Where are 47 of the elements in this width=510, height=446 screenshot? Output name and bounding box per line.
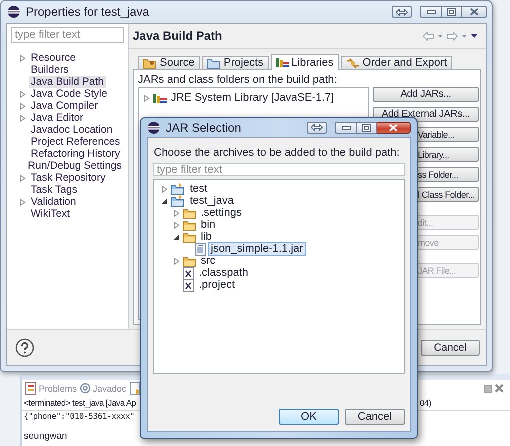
tree-item[interactable]: .project (197, 279, 238, 291)
cancel-button[interactable]: Cancel (421, 340, 480, 356)
action-button[interactable]: Add JARs... (373, 87, 479, 102)
tree-item[interactable]: test (188, 183, 210, 195)
list-caption: JARs and class folders on the build path: (138, 73, 338, 87)
dialog-title: JAR Selection (166, 120, 242, 134)
list-item[interactable]: JRE System Library [JavaSE-1.7] (171, 92, 334, 104)
console-line: {"phone":"010-5361-xxxx" (24, 411, 135, 423)
category-item[interactable]: Java Code Style (29, 88, 110, 100)
tree-item[interactable]: json_simple-1.1.jar (209, 243, 306, 255)
category-item[interactable]: Run/Debug Settings (26, 160, 124, 172)
category-item[interactable]: Java Build Path (29, 76, 106, 88)
dialog-message: Choose the archives to be added to the build path: (153, 146, 401, 161)
category-item[interactable]: Javadoc Location (29, 124, 115, 136)
category-item[interactable]: Java Editor (29, 112, 86, 124)
tab[interactable]: Projects (202, 56, 269, 69)
category-item[interactable]: Validation (29, 196, 78, 208)
console-status: <terminated> test_java [Java Ap (24, 397, 136, 410)
category-item[interactable]: Task Repository (29, 172, 108, 184)
tab[interactable]: Source (138, 56, 200, 69)
tab[interactable]: Order and Export (340, 56, 452, 69)
filter-field[interactable]: type filter text (11, 27, 124, 43)
category-item[interactable]: Refactoring History (29, 148, 122, 160)
tree-item[interactable]: src (199, 255, 218, 267)
tree-item[interactable]: .classpath (197, 267, 251, 279)
ok-button[interactable]: OK (279, 409, 339, 425)
tree-item[interactable]: lib (199, 231, 214, 243)
tree-item[interactable]: .settings (199, 207, 244, 219)
category-item[interactable]: Java Compiler (29, 100, 100, 112)
page-title: Java Build Path (133, 29, 222, 43)
category-item[interactable]: Resource (29, 52, 78, 64)
action-button[interactable]: Variable... (417, 127, 479, 142)
tree-item[interactable]: bin (199, 219, 218, 231)
action-button[interactable]: Library... (417, 147, 479, 162)
console-line: seungwan (24, 431, 68, 443)
category-item[interactable]: Builders (29, 64, 71, 76)
category-item[interactable]: WikiText (29, 208, 72, 220)
tab[interactable]: Libraries (270, 54, 339, 70)
action-button[interactable]: l Class Folder... (417, 187, 479, 202)
action-button[interactable]: ss Folder... (417, 167, 479, 182)
category-item[interactable]: Task Tags (29, 184, 80, 196)
filter-field[interactable]: type filter text (153, 163, 405, 176)
console-status: 04) (420, 397, 432, 410)
category-item[interactable]: Project References (29, 136, 122, 148)
tree-item[interactable]: test_java (188, 195, 236, 207)
window-title: Properties for test_java (26, 5, 150, 19)
cancel-button[interactable]: Cancel (345, 409, 405, 425)
